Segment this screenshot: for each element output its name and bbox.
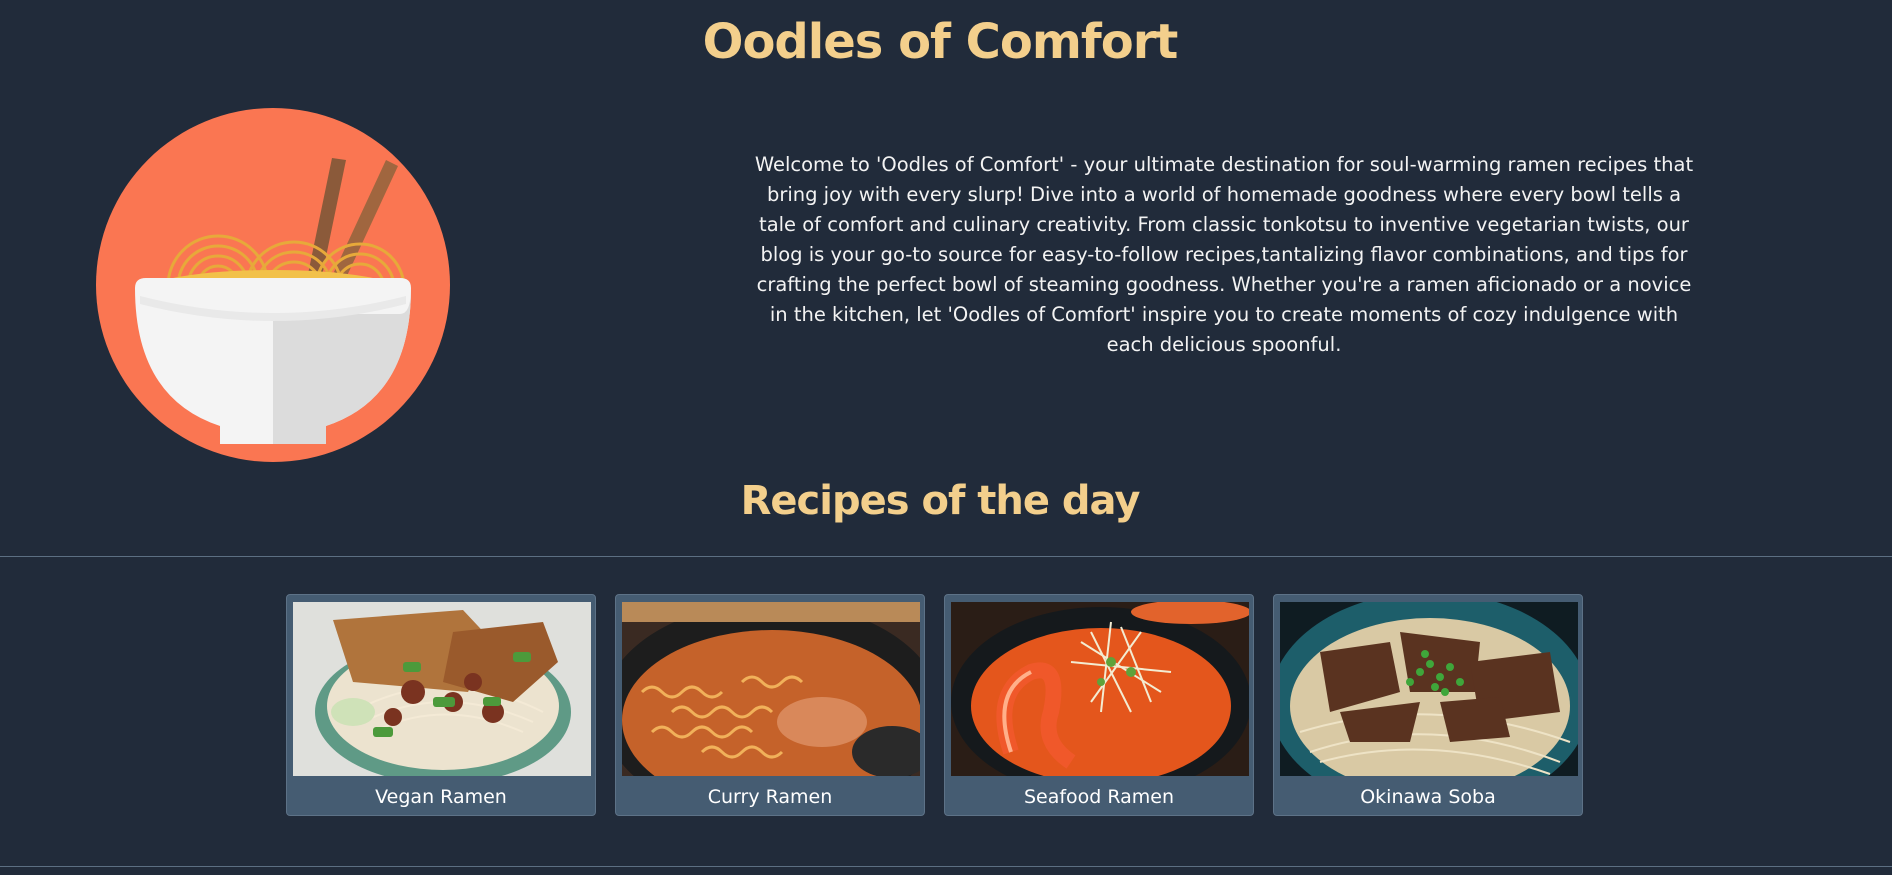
seafood-ramen-photo [951, 602, 1249, 776]
recipe-card-okinawa-soba[interactable]: Okinawa Soba [1273, 594, 1583, 816]
divider [0, 556, 1892, 557]
recipe-card-seafood-ramen[interactable]: Seafood Ramen [944, 594, 1254, 816]
recipe-name: Curry Ramen [707, 786, 833, 808]
okinawa-soba-photo [1280, 602, 1578, 776]
vegan-ramen-photo [293, 602, 591, 776]
recipe-card-vegan-ramen[interactable]: Vegan Ramen [286, 594, 596, 816]
ramen-bowl-icon [96, 108, 450, 462]
recipe-list: Vegan Ramen Curry Ramen Seafood Ramen Ok… [286, 594, 1583, 816]
divider [0, 866, 1892, 867]
recipe-name: Okinawa Soba [1360, 786, 1496, 808]
recipe-name: Seafood Ramen [1023, 786, 1175, 808]
page: Oodles of Comfort Welcome to 'Oodles of … [0, 0, 1892, 875]
site-title: Oodles of Comfort [702, 14, 1179, 70]
recipe-name: Vegan Ramen [375, 786, 507, 808]
intro-text: Welcome to 'Oodles of Comfort' - your ul… [754, 153, 1694, 356]
curry-ramen-photo [622, 602, 920, 776]
recipes-section-title: Recipes of the day [740, 478, 1141, 524]
recipe-card-curry-ramen[interactable]: Curry Ramen [615, 594, 925, 816]
